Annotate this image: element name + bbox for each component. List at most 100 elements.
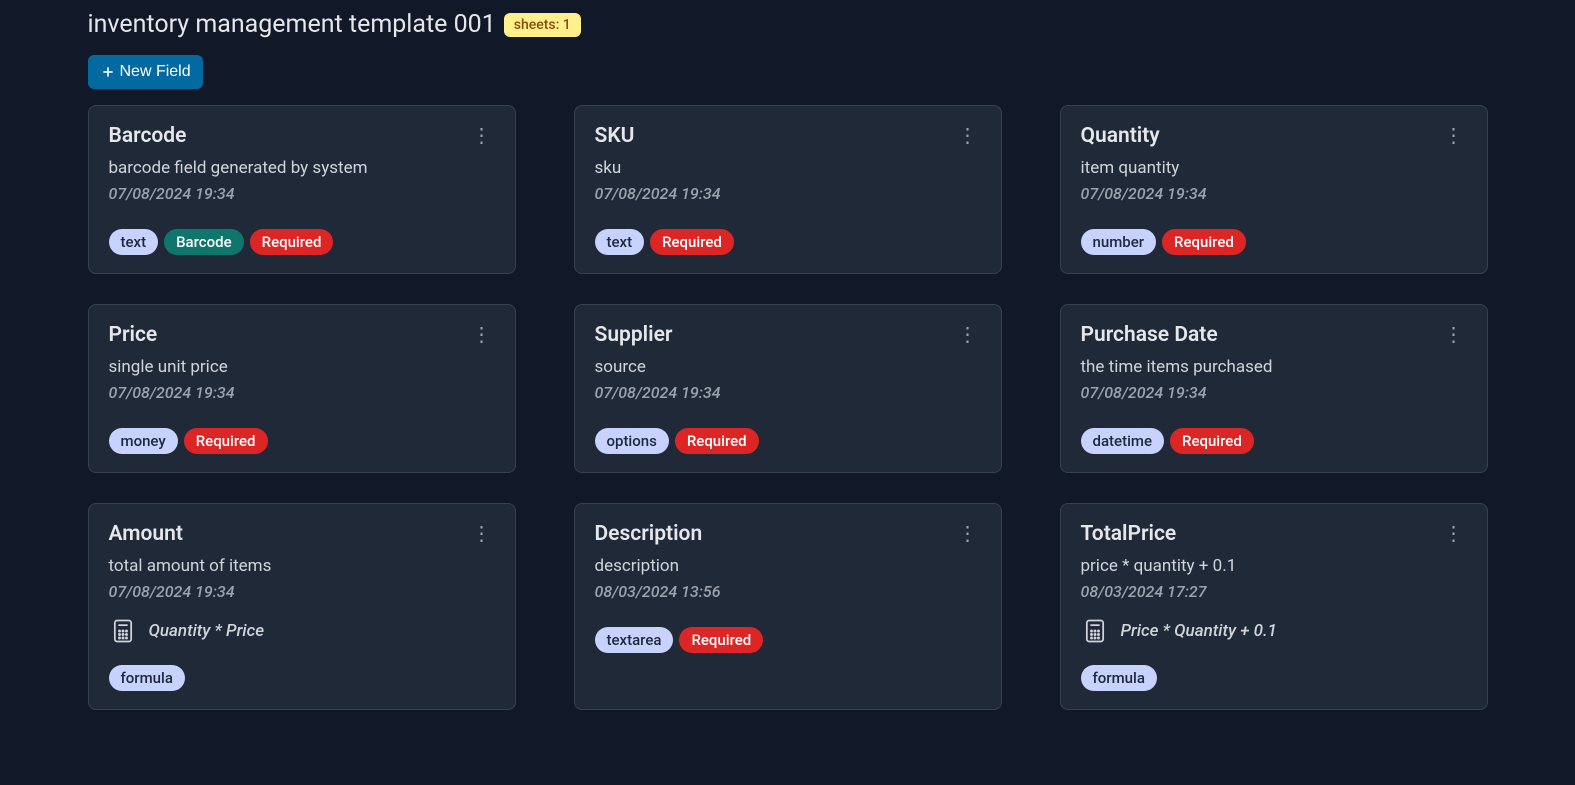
barcode-badge: Barcode: [164, 229, 244, 255]
more-vertical-icon: ⋮: [958, 324, 977, 346]
type-badge: textarea: [595, 627, 674, 653]
field-card: Amount ⋮ total amount of items 07/08/2024 1…: [88, 503, 516, 710]
field-date: 07/08/2024 19:34: [1081, 184, 1467, 203]
type-badge: formula: [109, 665, 185, 691]
page-header: inventory management template 001 sheets…: [88, 10, 1488, 39]
new-field-label: New Field: [120, 63, 191, 81]
card-header: TotalPrice ⋮: [1081, 522, 1467, 546]
more-menu-button[interactable]: ⋮: [1440, 323, 1467, 347]
type-badge: text: [595, 229, 645, 255]
type-badge: text: [109, 229, 159, 255]
field-date: 07/08/2024 19:34: [109, 184, 495, 203]
required-badge: Required: [1170, 428, 1254, 454]
more-menu-button[interactable]: ⋮: [468, 124, 495, 148]
badge-row: numberRequired: [1081, 229, 1467, 255]
more-vertical-icon: ⋮: [472, 324, 491, 346]
new-field-button[interactable]: New Field: [88, 55, 203, 89]
field-description: description: [595, 556, 981, 576]
field-name: Barcode: [109, 124, 187, 148]
required-badge: Required: [679, 627, 763, 653]
type-badge: money: [109, 428, 178, 454]
type-badge: number: [1081, 229, 1157, 255]
field-card: TotalPrice ⋮ price * quantity + 0.1 08/03/2…: [1060, 503, 1488, 710]
field-description: total amount of items: [109, 556, 495, 576]
more-vertical-icon: ⋮: [958, 125, 977, 147]
more-menu-button[interactable]: ⋮: [954, 323, 981, 347]
field-description: price * quantity + 0.1: [1081, 556, 1467, 576]
field-name: Amount: [109, 522, 183, 546]
more-vertical-icon: ⋮: [958, 523, 977, 545]
field-date: 07/08/2024 19:34: [109, 383, 495, 402]
plus-icon: [100, 64, 116, 80]
required-badge: Required: [184, 428, 268, 454]
more-menu-button[interactable]: ⋮: [1440, 522, 1467, 546]
field-date: 07/08/2024 19:34: [109, 582, 495, 601]
field-description: item quantity: [1081, 158, 1467, 178]
more-vertical-icon: ⋮: [1444, 125, 1463, 147]
field-card: SKU ⋮ sku 07/08/2024 19:34 textRequired: [574, 105, 1002, 274]
field-name: Price: [109, 323, 158, 347]
formula-row: Price * Quantity + 0.1: [1081, 617, 1467, 645]
badge-row: formula: [109, 665, 495, 691]
required-badge: Required: [250, 229, 334, 255]
field-name: TotalPrice: [1081, 522, 1177, 546]
more-menu-button[interactable]: ⋮: [468, 522, 495, 546]
required-badge: Required: [1162, 229, 1246, 255]
field-name: Purchase Date: [1081, 323, 1218, 347]
badge-row: moneyRequired: [109, 428, 495, 454]
field-description: single unit price: [109, 357, 495, 377]
field-description: sku: [595, 158, 981, 178]
field-card: Barcode ⋮ barcode field generated by syste…: [88, 105, 516, 274]
more-vertical-icon: ⋮: [472, 125, 491, 147]
more-vertical-icon: ⋮: [472, 523, 491, 545]
field-card: Description ⋮ description 08/03/2024 13:56 t…: [574, 503, 1002, 710]
page-title: inventory management template 001: [88, 10, 496, 39]
badge-row: textareaRequired: [595, 627, 981, 653]
field-description: barcode field generated by system: [109, 158, 495, 178]
more-vertical-icon: ⋮: [1444, 324, 1463, 346]
field-description: the time items purchased: [1081, 357, 1467, 377]
card-header: Purchase Date ⋮: [1081, 323, 1467, 347]
card-header: Description ⋮: [595, 522, 981, 546]
formula-row: Quantity * Price: [109, 617, 495, 645]
card-header: Quantity ⋮: [1081, 124, 1467, 148]
more-menu-button[interactable]: ⋮: [1440, 124, 1467, 148]
field-card: Purchase Date⋮the time items purchased07…: [1060, 304, 1488, 473]
badge-row: textBarcodeRequired: [109, 229, 495, 255]
field-grid: Barcode ⋮ barcode field generated by syste…: [88, 105, 1488, 710]
field-name: SKU: [595, 124, 635, 148]
badge-row: optionsRequired: [595, 428, 981, 454]
formula-expression: Quantity * Price: [149, 621, 265, 641]
calculator-icon: [109, 617, 137, 645]
card-header: Amount ⋮: [109, 522, 495, 546]
badge-row: datetimeRequired: [1081, 428, 1467, 454]
field-card: Supplier⋮source07/08/2024 19:34optionsRe…: [574, 304, 1002, 473]
badge-row: textRequired: [595, 229, 981, 255]
card-header: SKU ⋮: [595, 124, 981, 148]
field-name: Supplier: [595, 323, 673, 347]
required-badge: Required: [675, 428, 759, 454]
field-name: Quantity: [1081, 124, 1160, 148]
more-menu-button[interactable]: ⋮: [954, 124, 981, 148]
field-card: Quantity ⋮ item quantity 07/08/2024 19:34 nu…: [1060, 105, 1488, 274]
card-header: Barcode ⋮: [109, 124, 495, 148]
field-date: 07/08/2024 19:34: [595, 383, 981, 402]
sheets-count-badge: sheets: 1: [504, 13, 581, 37]
type-badge: options: [595, 428, 669, 454]
card-header: Price ⋮: [109, 323, 495, 347]
card-header: Supplier ⋮: [595, 323, 981, 347]
field-date: 07/08/2024 19:34: [595, 184, 981, 203]
calculator-icon: [1081, 617, 1109, 645]
more-menu-button[interactable]: ⋮: [954, 522, 981, 546]
field-date: 08/03/2024 17:27: [1081, 582, 1467, 601]
field-date: 08/03/2024 13:56: [595, 582, 981, 601]
formula-expression: Price * Quantity + 0.1: [1121, 621, 1277, 641]
field-name: Description: [595, 522, 703, 546]
required-badge: Required: [650, 229, 734, 255]
type-badge: formula: [1081, 665, 1157, 691]
field-card: Price ⋮ single unit price 07/08/2024 19:34 m…: [88, 304, 516, 473]
more-vertical-icon: ⋮: [1444, 523, 1463, 545]
type-badge: datetime: [1081, 428, 1165, 454]
more-menu-button[interactable]: ⋮: [468, 323, 495, 347]
badge-row: formula: [1081, 665, 1467, 691]
